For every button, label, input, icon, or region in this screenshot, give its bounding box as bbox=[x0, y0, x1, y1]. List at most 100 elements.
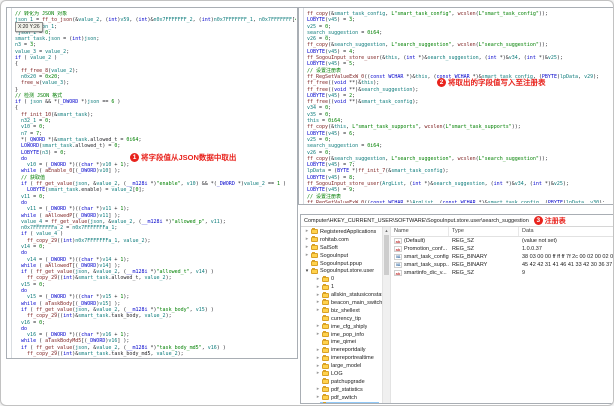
registry-value-row[interactable]: ab Promotion_conf... REG_SZ 1.0.0.37 bbox=[391, 245, 613, 253]
column-header-name[interactable]: Name bbox=[391, 227, 449, 236]
registry-tree-item[interactable]: ▸ LOG bbox=[301, 370, 382, 378]
registry-tree-item[interactable]: SogouInput.ppup bbox=[301, 260, 382, 268]
value-data: 1.0.0.37 bbox=[522, 246, 542, 252]
folder-icon bbox=[322, 378, 329, 385]
registry-tree-item[interactable]: ▸ ime_pop_info bbox=[301, 331, 382, 339]
registry-tree-item[interactable]: currency_tip bbox=[301, 315, 382, 323]
tree-item-selection[interactable]: large_model bbox=[321, 362, 362, 369]
scrollbar-thumb[interactable] bbox=[384, 235, 389, 275]
registry-tree-item[interactable]: ▸ rohitab.com bbox=[301, 236, 382, 244]
registry-tree-item[interactable]: search_suggestion bbox=[301, 401, 382, 403]
tree-item-selection[interactable]: 1 bbox=[321, 283, 335, 291]
value-type: REG_SZ bbox=[452, 238, 475, 244]
registry-value-row[interactable]: 011 smart_task_config REG_BINARY 38 03 00 0… bbox=[391, 253, 613, 261]
tree-item-selection[interactable]: beacon_main_switch bbox=[321, 299, 382, 306]
registry-tree-item[interactable]: ▸ imereportrealtime bbox=[301, 354, 382, 362]
registry-tree-item[interactable]: patchupgrade bbox=[301, 378, 382, 386]
registry-tree-item[interactable]: ▸ 0 bbox=[301, 275, 382, 283]
tree-item-selection[interactable]: imereportrealtime bbox=[321, 354, 375, 361]
code-line: ff_RegSetValueExW_0((const WCHAR *)ArgLi… bbox=[307, 199, 606, 203]
tree-item-label: imereportdaily bbox=[331, 347, 366, 354]
code-line: json_1 = ff_to_json(&value_2, (int)v59, … bbox=[15, 17, 296, 24]
value-name-cell[interactable]: ab Promotion_conf... bbox=[391, 246, 449, 252]
tree-item-selection[interactable]: patchupgrade bbox=[321, 378, 366, 385]
tree-item-selection[interactable]: biz_shellext bbox=[321, 307, 361, 314]
tree-item-selection[interactable]: 0 bbox=[321, 275, 335, 283]
tree-item-selection[interactable]: LOG bbox=[321, 370, 344, 377]
value-name-cell[interactable]: 011 smart_task_config bbox=[391, 254, 449, 260]
value-name-cell[interactable]: ab smartinfo_dic_v... bbox=[391, 270, 449, 276]
tree-item-selection[interactable]: ime_qimei bbox=[321, 338, 357, 346]
binary-value-icon: 011 bbox=[394, 254, 402, 260]
tree-item-selection[interactable]: pdf_switch bbox=[321, 394, 358, 401]
registry-value-row[interactable]: 011 smart_task_supp... REG_BINARY 45 42 42 … bbox=[391, 261, 613, 269]
tree-item-label: patchupgrade bbox=[331, 378, 365, 385]
tree-item-label: RegisteredApplications bbox=[320, 228, 377, 235]
registry-tree-item[interactable]: ▸ allskin_statusiconstatio bbox=[301, 291, 382, 299]
folder-icon bbox=[322, 291, 329, 298]
registry-value-row[interactable]: ab (Default) REG_SZ (value not set) bbox=[391, 237, 613, 245]
tree-item-selection[interactable]: ime_cfg_shiply bbox=[321, 323, 368, 330]
registry-tree-item[interactable]: ▸ pdf_statistics bbox=[301, 386, 382, 394]
value-list-header: Name Type Data bbox=[391, 227, 613, 237]
folder-icon bbox=[311, 244, 318, 251]
tree-item-label: pdf_statistics bbox=[331, 386, 363, 393]
tree-item-selection[interactable]: RegisteredApplications bbox=[310, 228, 377, 235]
tree-item-selection[interactable]: rohitab.com bbox=[310, 236, 350, 243]
registry-tree-item[interactable]: ▸ imereportdaily bbox=[301, 346, 382, 354]
tree-item-label: biz_shellext bbox=[331, 307, 360, 314]
value-name: smart_task_config bbox=[404, 254, 449, 260]
tree-item-label: 1 bbox=[331, 284, 335, 291]
code-line: ff_copy_29((int)&smart_task.task_body_md… bbox=[27, 351, 184, 357]
value-name-cell[interactable]: 011 smart_task_supp... bbox=[391, 262, 449, 268]
scroll-up-icon[interactable]: ▲ bbox=[383, 227, 390, 234]
tree-item-selection[interactable]: SalSoft bbox=[310, 244, 339, 251]
registry-tree-item[interactable]: ▾ SogouInput.store.user bbox=[301, 267, 382, 275]
tree-item-selection[interactable]: SogouInput.store.user bbox=[310, 267, 375, 274]
tree-item-selection[interactable]: allskin_statusiconstatio bbox=[321, 291, 382, 298]
registry-body: ▸ RegisteredApplications ▸ rohitab.com ▸ SalS… bbox=[301, 227, 613, 403]
tree-scrollbar[interactable]: ▲ bbox=[382, 227, 391, 403]
tree-item-label: 0 bbox=[331, 276, 335, 283]
tree-item-selection[interactable]: ime_pop_info bbox=[321, 331, 365, 338]
registry-tree-item[interactable]: ▸ SalSoft bbox=[301, 244, 382, 252]
registry-tree-item[interactable]: ▸ RegisteredApplications bbox=[301, 228, 382, 236]
registry-key-tree: ▸ RegisteredApplications ▸ rohitab.com ▸ SalS… bbox=[301, 227, 382, 403]
value-name-cell[interactable]: ab (Default) bbox=[391, 238, 449, 244]
tree-item-selection[interactable]: imereportdaily bbox=[321, 346, 367, 354]
folder-icon bbox=[311, 228, 318, 235]
value-type: REG_BINARY bbox=[452, 262, 488, 268]
registry-tree-item[interactable]: ▸ pdf_switch bbox=[301, 394, 382, 402]
registry-value-list: Name Type Data ab (Default) REG_SZ (value n… bbox=[391, 227, 613, 403]
registry-tree-item[interactable]: ▸ SogouInput bbox=[301, 252, 382, 260]
tree-item-label: SogouInput bbox=[320, 252, 349, 259]
tree-item-selection[interactable]: SogouInput.ppup bbox=[310, 260, 363, 267]
column-header-type[interactable]: Type bbox=[449, 227, 519, 236]
tree-item-selection[interactable]: SogouInput bbox=[310, 252, 349, 259]
registry-path-text: Computer\HKEY_CURRENT_USER\SOFTWARE\Sogo… bbox=[304, 217, 529, 224]
registry-address-bar[interactable]: Computer\HKEY_CURRENT_USER\SOFTWARE\Sogo… bbox=[301, 215, 613, 227]
registry-tree-item[interactable]: ▸ biz_shellext bbox=[301, 307, 382, 315]
annotation-3-number-icon: 3 bbox=[533, 216, 543, 225]
registry-tree-item[interactable]: ▸ 1 bbox=[301, 283, 382, 291]
tree-item-label: ime_qimei bbox=[331, 339, 357, 346]
value-data: 38 03 00 00 ff ff ff 7f 2c 00 02 00 02 0… bbox=[522, 254, 613, 260]
tree-item-selection[interactable]: currency_tip bbox=[321, 315, 362, 322]
binary-value-icon: 011 bbox=[394, 262, 402, 268]
annotation-3-text: 注册表 bbox=[544, 217, 566, 225]
folder-icon bbox=[322, 283, 329, 290]
registry-tree-item[interactable]: ▸ beacon_main_switch bbox=[301, 299, 382, 307]
registry-tree-item[interactable]: ime_qimei bbox=[301, 338, 382, 346]
code-gutter-line bbox=[303, 8, 304, 204]
registry-tree-item[interactable]: ▸ large_model bbox=[301, 362, 382, 370]
registry-tree-item[interactable]: ▸ ime_cfg_shiply bbox=[301, 323, 382, 331]
value-name: smartinfo_dic_v... bbox=[404, 270, 447, 276]
cursor-coordinates-tooltip: X:20 Y:26 bbox=[15, 22, 43, 32]
column-header-data[interactable]: Data bbox=[519, 227, 613, 236]
registry-value-row[interactable]: ab smartinfo_dic_v... REG_SZ 9 bbox=[391, 269, 613, 277]
annotation-3: 3 注册表 bbox=[533, 216, 566, 226]
tree-item-selection[interactable]: pdf_statistics bbox=[321, 386, 364, 393]
folder-icon bbox=[322, 346, 329, 353]
folder-icon bbox=[322, 338, 329, 345]
value-rows: ab (Default) REG_SZ (value not set) ab Promot… bbox=[391, 237, 613, 277]
